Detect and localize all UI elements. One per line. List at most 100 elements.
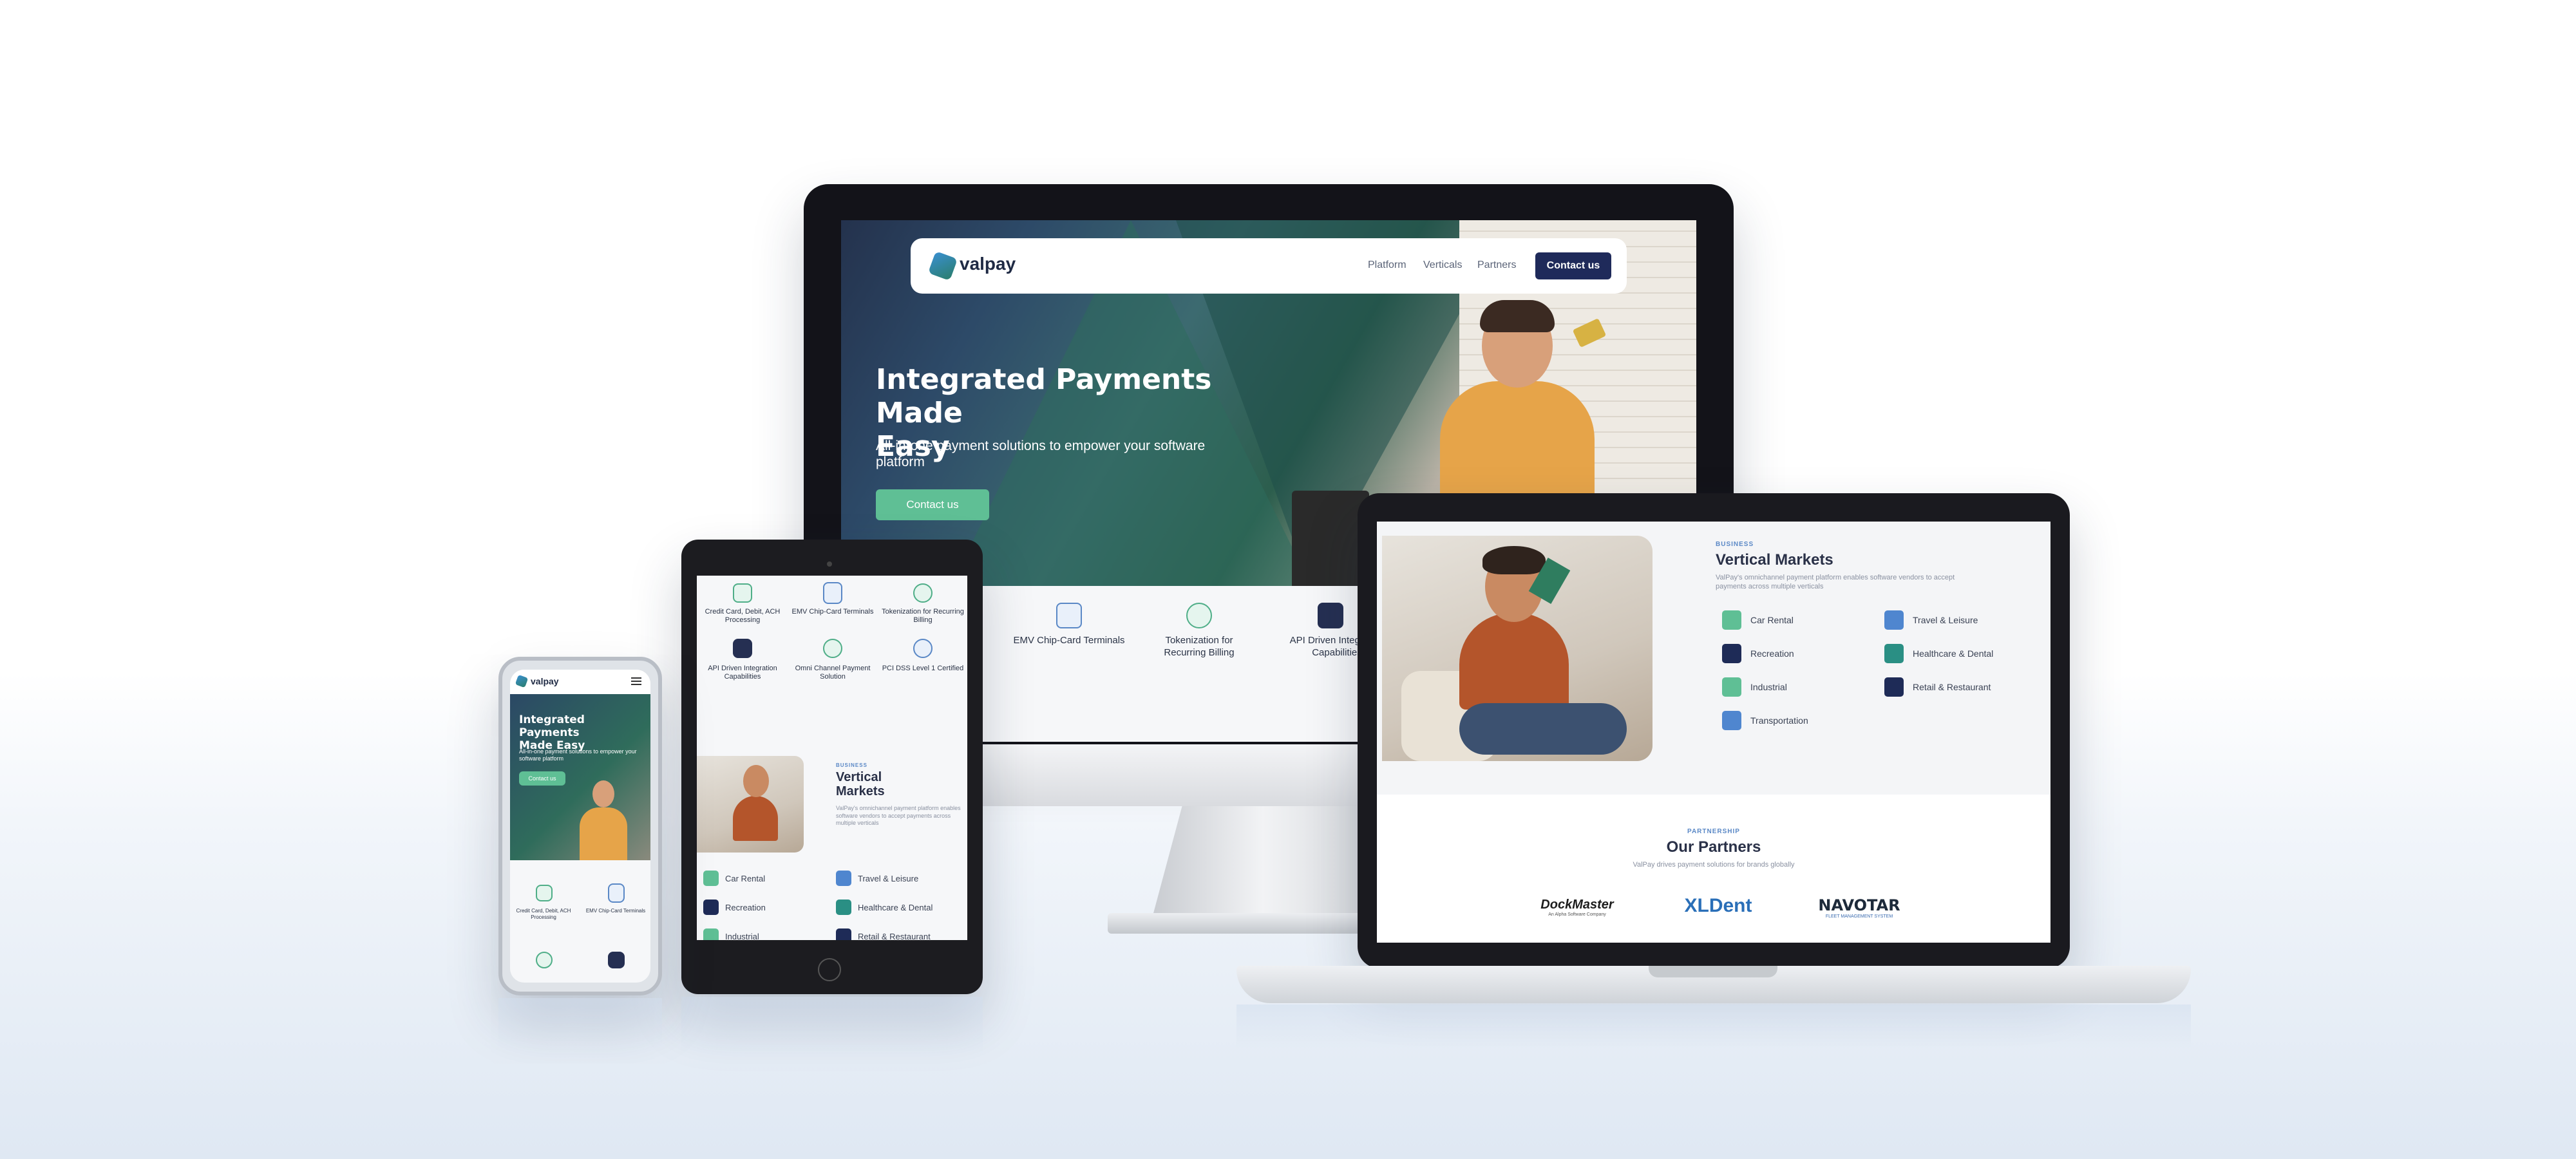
chip-terminal-icon — [608, 883, 625, 903]
feature-label: Tokenization for Recurring Billing — [882, 608, 964, 625]
hero-contact-button[interactable]: Contact us — [876, 489, 989, 520]
photo-body — [1459, 613, 1569, 710]
phone-hero-title: Integrated Payments Made Easy — [519, 713, 648, 752]
valpay-logo-icon[interactable] — [927, 250, 958, 281]
industrial-icon — [1722, 677, 1741, 697]
vertical-item-label: Retail & Restaurant — [1913, 682, 1991, 692]
hero-photo-body — [580, 807, 627, 860]
vertical-item[interactable]: Recreation — [703, 900, 766, 915]
chip-terminal-icon — [823, 582, 842, 604]
vertical-item-label: Industrial — [1750, 682, 1787, 692]
laptop-screen: BUSINESS Vertical Markets ValPay's omnic… — [1377, 522, 2050, 943]
api-chip-icon — [1318, 603, 1343, 628]
partner-logo-text: NAVOTAR — [1818, 896, 1900, 914]
feature-label: EMV Chip-Card Terminals — [791, 608, 874, 616]
transportation-icon — [1722, 711, 1741, 730]
section-description: ValPay's omnichannel payment platform en… — [836, 805, 961, 827]
vertical-item-label: Healthcare & Dental — [858, 902, 933, 912]
nav-platform[interactable]: Platform — [1368, 259, 1406, 271]
hero-subtitle-line: All-in-one payment solutions to empower … — [876, 438, 1206, 453]
section-title-line: Vertical — [836, 770, 882, 784]
hero-title-line: Integrated Payments Made — [876, 363, 1212, 429]
feature-label: Tokenization for Recurring Billing — [1164, 635, 1235, 658]
feature-label: Credit Card, Debit, ACH Processing — [705, 608, 781, 625]
vertical-item-label: Car Rental — [1750, 615, 1794, 625]
vertical-item[interactable]: Industrial — [1722, 677, 1787, 697]
hamburger-menu-icon[interactable] — [631, 677, 641, 685]
partner-logo-xldent[interactable]: XLDent — [1673, 895, 1763, 917]
vertical-item[interactable]: Retail & Restaurant — [1884, 677, 1991, 697]
vertical-item[interactable]: Transportation — [1722, 711, 1808, 730]
section-title: Vertical Markets — [1716, 551, 1833, 569]
vertical-item-label: Car Rental — [725, 873, 766, 883]
partner-logo-sub: An Alpha Software Company — [1548, 912, 1606, 917]
vertical-item[interactable]: Retail & Restaurant — [836, 928, 931, 940]
card-processing-icon — [733, 583, 752, 603]
phone-hero: Integrated Payments Made Easy All-in-one… — [510, 694, 650, 860]
hero-title-line: Integrated Payments — [519, 713, 585, 740]
vertical-item[interactable]: Healthcare & Dental — [836, 900, 933, 915]
nav-verticals[interactable]: Verticals — [1423, 259, 1462, 271]
phone-navbar: valpay — [510, 670, 650, 694]
vertical-item[interactable]: Car Rental — [703, 871, 765, 886]
nav-partners[interactable]: Partners — [1477, 259, 1516, 271]
vertical-item-label: Industrial — [725, 931, 759, 941]
partner-logo-sub: FLEET MANAGEMENT SYSTEM — [1825, 914, 1893, 919]
phone-screen: valpay Integrated Payments Made Easy All… — [510, 670, 650, 983]
tablet-reflection — [681, 997, 983, 1055]
valpay-logo-icon[interactable] — [515, 674, 529, 688]
section-tag: PARTNERSHIP — [1687, 828, 1740, 835]
feature-label: Omni Channel Payment Solution — [795, 664, 871, 681]
recreation-icon — [1722, 644, 1741, 663]
section-title-line: Markets — [836, 784, 885, 798]
vertical-item-label: Travel & Leisure — [858, 873, 919, 883]
photo-body — [733, 796, 778, 841]
api-chip-icon — [733, 639, 752, 658]
feature-label: EMV Chip-Card Terminals — [1013, 635, 1125, 646]
vertical-item-label: Transportation — [1750, 715, 1808, 726]
section-tag: BUSINESS — [1716, 541, 1754, 548]
feature-label: Credit Card, Debit, ACH Processing — [516, 908, 571, 920]
hero-subtitle-line: platform — [876, 455, 925, 470]
section-title: Vertical Markets — [836, 770, 885, 798]
vertical-item[interactable]: Travel & Leisure — [1884, 610, 1978, 630]
phone-hero-photo — [574, 775, 632, 860]
partner-logo-dockmaster[interactable]: DockMaster An Alpha Software Company — [1529, 898, 1625, 917]
section-description: ValPay drives payment solutions for bran… — [1633, 861, 1795, 869]
tablet: Credit Card, Debit, ACH Processing EMV C… — [681, 540, 983, 994]
logo-text[interactable]: valpay — [531, 676, 559, 686]
feature-label: API Driven Integration Capabilities — [708, 664, 777, 681]
partners-section: PARTNERSHIP Our Partners ValPay drives p… — [1377, 795, 2050, 943]
phone-contact-button[interactable]: Contact us — [519, 771, 565, 786]
partner-logo-navotar[interactable]: NAVOTAR FLEET MANAGEMENT SYSTEM — [1811, 896, 1908, 919]
healthcare-icon — [836, 900, 851, 915]
vertical-item[interactable]: Healthcare & Dental — [1884, 644, 1993, 663]
car-icon — [703, 871, 719, 886]
tokenization-icon — [1186, 603, 1212, 628]
travel-icon — [1884, 610, 1904, 630]
vertical-item-label: Recreation — [1750, 648, 1794, 659]
nav-contact-button[interactable]: Contact us — [1535, 252, 1611, 279]
industrial-icon — [703, 928, 719, 940]
travel-icon — [836, 871, 851, 886]
photo-head — [743, 765, 769, 797]
vertical-item[interactable]: Travel & Leisure — [836, 871, 918, 886]
tokenization-icon — [913, 583, 933, 603]
tablet-screen: Credit Card, Debit, ACH Processing EMV C… — [697, 576, 967, 940]
credit-card-icon — [1572, 318, 1607, 348]
vertical-item[interactable]: Car Rental — [1722, 610, 1794, 630]
hero-subtitle: All-in-one payment solutions to empower … — [876, 438, 1275, 470]
tablet-camera — [827, 561, 832, 567]
feature-label: EMV Chip-Card Terminals — [585, 908, 646, 914]
vertical-item[interactable]: Recreation — [1722, 644, 1794, 663]
certified-badge-icon — [913, 639, 933, 658]
photo-legs — [1459, 703, 1627, 755]
logo-text[interactable]: valpay — [960, 254, 1016, 274]
smartphone: valpay Integrated Payments Made Easy All… — [498, 657, 662, 995]
laptop-notch — [1649, 966, 1777, 977]
vertical-item[interactable]: Industrial — [703, 928, 759, 940]
vertical-markets-photo — [697, 756, 804, 853]
partner-logo-text: DockMaster — [1540, 898, 1614, 912]
tablet-home-button[interactable] — [818, 958, 841, 981]
top-navbar: valpay Platform Verticals Partners Conta… — [911, 238, 1627, 294]
